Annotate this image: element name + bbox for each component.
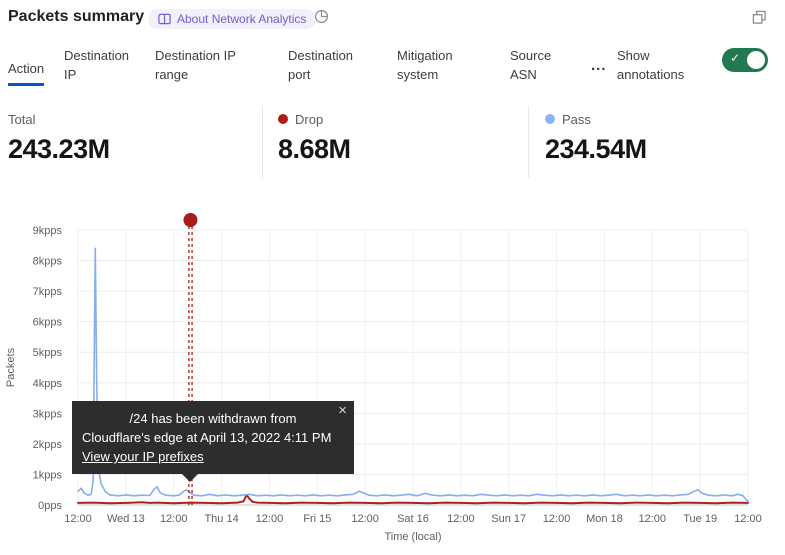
svg-text:12:00: 12:00 bbox=[447, 513, 475, 525]
svg-text:Thu 14: Thu 14 bbox=[204, 513, 238, 525]
show-annotations-label: Show annotations bbox=[617, 46, 705, 84]
svg-text:12:00: 12:00 bbox=[639, 513, 667, 525]
tab-action[interactable]: Action bbox=[8, 59, 44, 86]
svg-text:Fri 15: Fri 15 bbox=[303, 513, 331, 525]
tooltip-arrow bbox=[182, 474, 198, 482]
expand-icon[interactable] bbox=[752, 10, 767, 30]
svg-text:12:00: 12:00 bbox=[64, 513, 92, 525]
svg-text:Sat 16: Sat 16 bbox=[397, 513, 429, 525]
stat-pass-value: 234.54M bbox=[545, 134, 647, 165]
svg-text:12:00: 12:00 bbox=[160, 513, 188, 525]
check-icon: ✓ bbox=[730, 51, 740, 65]
svg-text:8kpps: 8kpps bbox=[33, 256, 63, 268]
tab-destination-ip-range[interactable]: Destination IP range bbox=[155, 46, 253, 84]
book-icon bbox=[158, 13, 171, 25]
stat-drop-value: 8.68M bbox=[278, 134, 351, 165]
svg-text:4kpps: 4kpps bbox=[33, 378, 63, 390]
tab-source-asn[interactable]: Source ASN bbox=[510, 46, 562, 84]
svg-text:Mon 18: Mon 18 bbox=[586, 513, 623, 525]
stat-total-label: Total bbox=[8, 112, 35, 127]
stat-pass: Pass 234.54M bbox=[545, 112, 647, 165]
drop-dot bbox=[278, 114, 288, 124]
svg-text:1kpps: 1kpps bbox=[33, 469, 63, 481]
stat-total-value: 243.23M bbox=[8, 134, 110, 165]
show-annotations-toggle[interactable]: ✓ bbox=[722, 48, 768, 72]
page-title: Packets summary bbox=[8, 8, 144, 26]
ellipsis-more-icon[interactable]: ... bbox=[591, 57, 607, 74]
tab-destination-ip[interactable]: Destination IP bbox=[64, 46, 142, 84]
divider bbox=[262, 106, 263, 178]
divider bbox=[528, 106, 529, 178]
svg-text:0pps: 0pps bbox=[38, 500, 62, 512]
svg-text:6kpps: 6kpps bbox=[33, 317, 63, 329]
svg-text:12:00: 12:00 bbox=[256, 513, 284, 525]
svg-text:Sun 17: Sun 17 bbox=[491, 513, 526, 525]
stat-total: Total 243.23M bbox=[8, 112, 110, 165]
svg-text:Wed 13: Wed 13 bbox=[107, 513, 145, 525]
about-badge-label: About Network Analytics bbox=[177, 12, 306, 26]
svg-text:12:00: 12:00 bbox=[543, 513, 571, 525]
svg-text:Packets: Packets bbox=[5, 347, 17, 387]
pie-chart-icon[interactable] bbox=[314, 9, 329, 29]
tab-destination-port[interactable]: Destination port bbox=[288, 46, 370, 84]
pass-dot bbox=[545, 114, 555, 124]
svg-text:2kpps: 2kpps bbox=[33, 439, 63, 451]
svg-text:9kpps: 9kpps bbox=[33, 225, 63, 237]
toggle-knob bbox=[747, 51, 765, 69]
tooltip-line-2: Cloudflare's edge at April 13, 2022 4:11… bbox=[82, 428, 344, 447]
svg-text:3kpps: 3kpps bbox=[33, 408, 63, 420]
svg-text:Tue 19: Tue 19 bbox=[683, 513, 717, 525]
svg-text:7kpps: 7kpps bbox=[33, 286, 63, 298]
stat-drop: Drop 8.68M bbox=[278, 112, 351, 165]
close-icon[interactable]: × bbox=[338, 403, 347, 418]
view-ip-prefixes-link[interactable]: View your IP prefixes bbox=[82, 449, 204, 464]
packets-chart[interactable]: 12:00 Wed 13 12:00 Thu 14 12:00 Fri 15 12:00 Sa… bbox=[0, 210, 785, 555]
svg-text:12:00: 12:00 bbox=[734, 513, 762, 525]
tooltip-line-1: /24 has been withdrawn from bbox=[82, 409, 344, 428]
svg-text:Time (local): Time (local) bbox=[384, 531, 441, 543]
stat-pass-label: Pass bbox=[562, 112, 591, 127]
svg-text:5kpps: 5kpps bbox=[33, 347, 63, 359]
annotation-tooltip: × /24 has been withdrawn from Cloudflare… bbox=[72, 401, 354, 474]
svg-text:12:00: 12:00 bbox=[351, 513, 379, 525]
about-network-analytics-badge[interactable]: About Network Analytics bbox=[148, 9, 316, 29]
packets-summary-panel: Packets summary About Network Analytics … bbox=[0, 0, 785, 555]
stat-drop-label: Drop bbox=[295, 112, 323, 127]
tab-mitigation-system[interactable]: Mitigation system bbox=[397, 46, 475, 84]
